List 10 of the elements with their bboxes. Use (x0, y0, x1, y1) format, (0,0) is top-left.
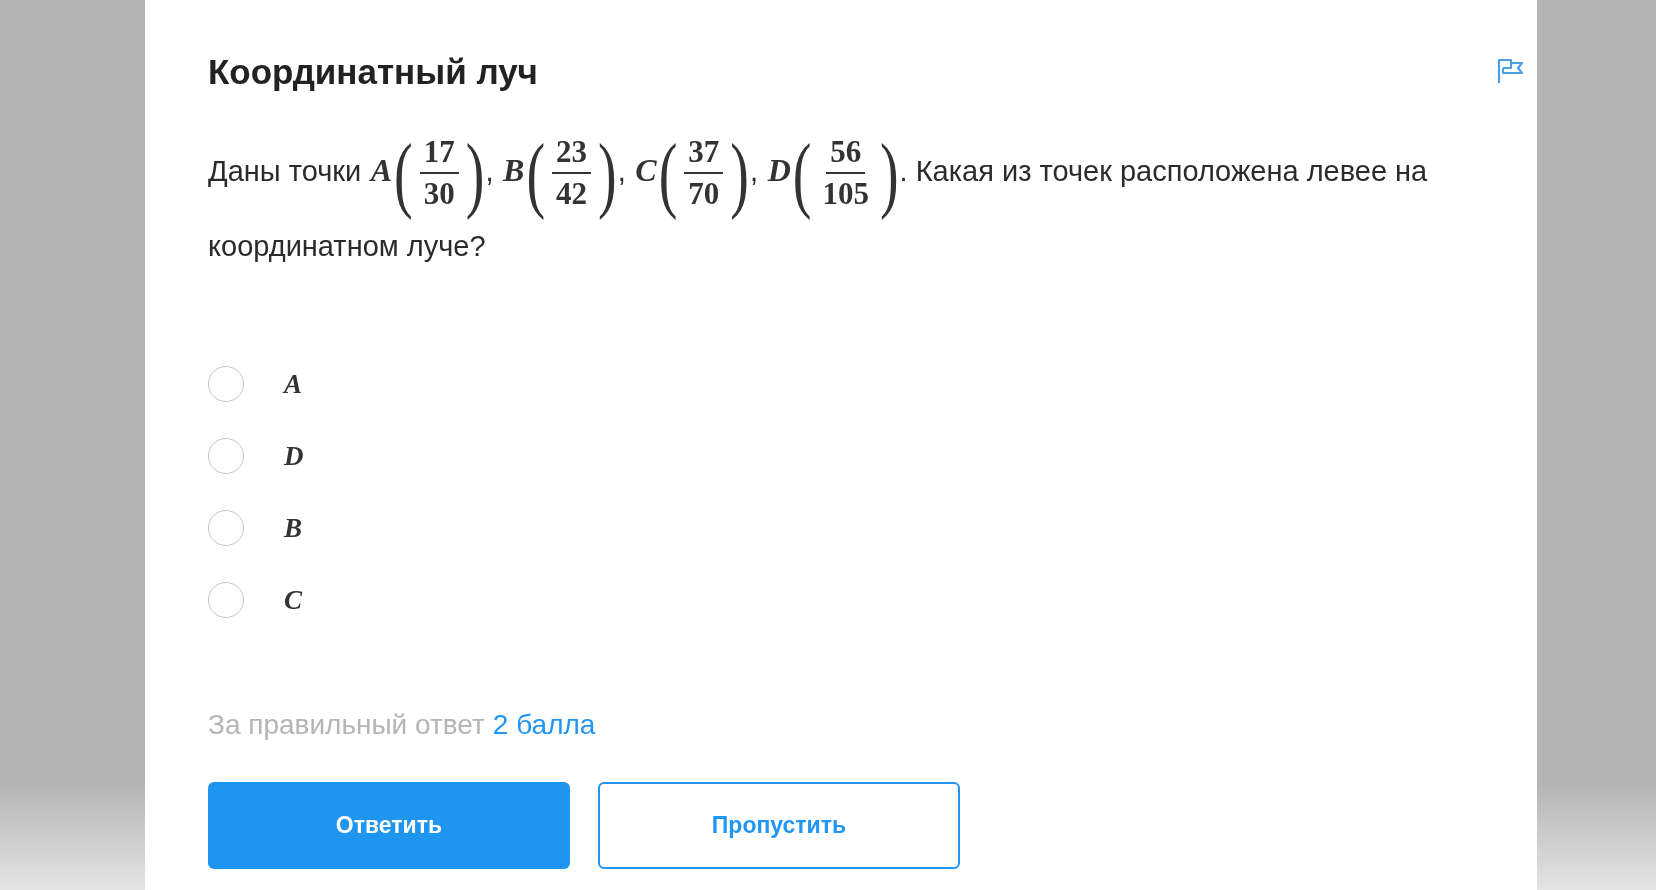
option-label: B (284, 511, 302, 545)
reward-label: За правильный ответ (208, 708, 485, 742)
option-label: D (284, 439, 304, 473)
skip-button[interactable]: Пропустить (598, 782, 960, 869)
option-label: C (284, 583, 302, 617)
flag-icon[interactable] (1497, 58, 1524, 83)
task-title: Координатный луч (208, 51, 538, 93)
answer-button[interactable]: Ответить (208, 782, 570, 869)
option-label: A (284, 367, 302, 401)
reward-points: 2 балла (492, 708, 596, 742)
